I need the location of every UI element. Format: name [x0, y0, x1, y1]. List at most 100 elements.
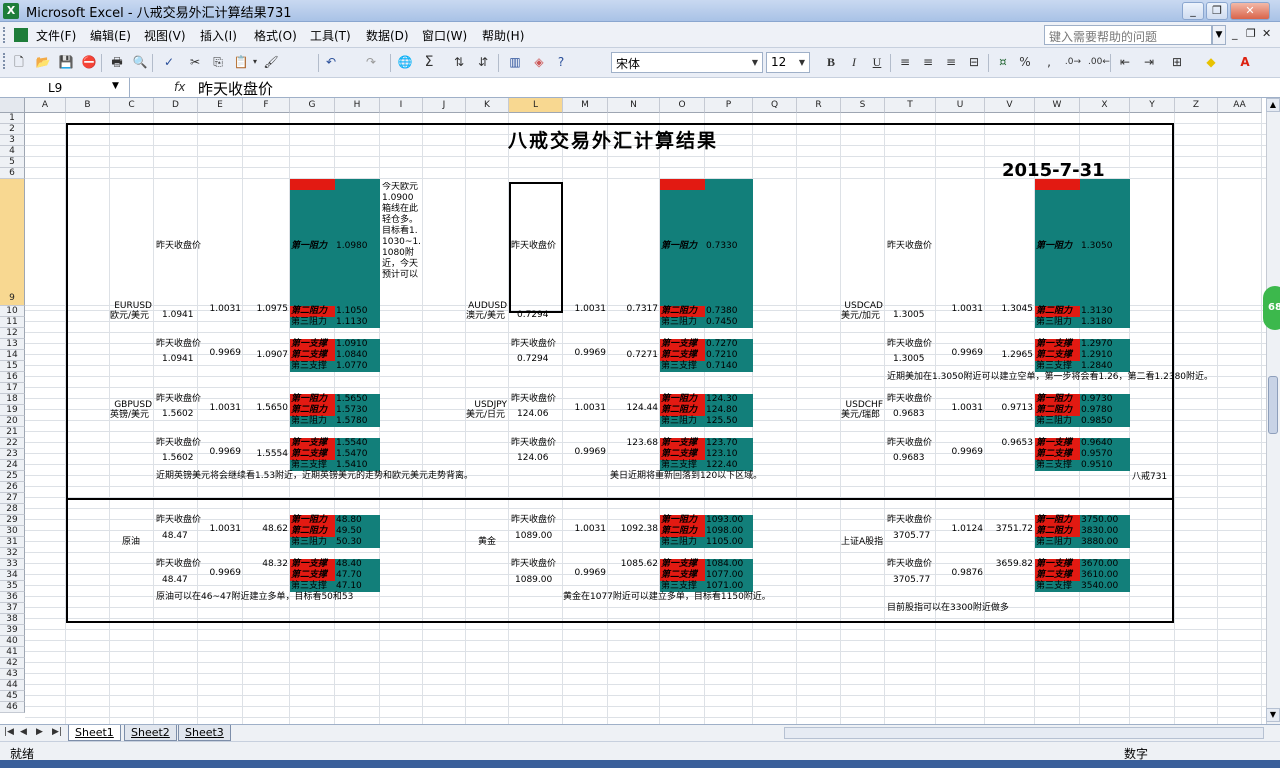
- doc-restore-button[interactable]: ❐: [1246, 27, 1256, 40]
- tab-sheet1[interactable]: Sheet1: [68, 725, 121, 741]
- font-name-select[interactable]: 宋体 ▼: [611, 52, 763, 73]
- help-dropdown-icon[interactable]: ▼: [1212, 25, 1226, 45]
- row-header-13[interactable]: 13: [0, 339, 25, 350]
- row-header-46[interactable]: 46: [0, 702, 25, 713]
- row-header-37[interactable]: 37: [0, 603, 25, 614]
- col-header-P[interactable]: P: [705, 98, 753, 113]
- col-header-N[interactable]: N: [608, 98, 660, 113]
- help-icon[interactable]: ?: [552, 53, 570, 71]
- row-header-38[interactable]: 38: [0, 614, 25, 625]
- row-header-17[interactable]: 17: [0, 383, 25, 394]
- minimize-button[interactable]: _: [1182, 2, 1204, 20]
- menu-insert[interactable]: 插入(I): [200, 27, 237, 44]
- col-header-AA[interactable]: AA: [1218, 98, 1262, 113]
- row-header-40[interactable]: 40: [0, 636, 25, 647]
- col-header-E[interactable]: E: [198, 98, 243, 113]
- row-header-33[interactable]: 33: [0, 559, 25, 570]
- row-header-2[interactable]: 2: [0, 124, 25, 135]
- col-header-Q[interactable]: Q: [753, 98, 797, 113]
- italic-button[interactable]: I: [845, 53, 863, 71]
- row-header-3[interactable]: 3: [0, 135, 25, 146]
- new-icon[interactable]: 🗋: [10, 53, 28, 71]
- redo-icon[interactable]: ↷: [362, 53, 380, 71]
- permission-icon[interactable]: ⛔: [80, 53, 98, 71]
- paste-dropdown-icon[interactable]: ▾: [250, 53, 260, 71]
- row-header-44[interactable]: 44: [0, 680, 25, 691]
- row-header-41[interactable]: 41: [0, 647, 25, 658]
- autosum-icon[interactable]: Σ: [420, 53, 438, 71]
- format-painter-icon[interactable]: 🖌: [262, 53, 280, 71]
- row-header-23[interactable]: 23: [0, 449, 25, 460]
- percent-button[interactable]: %: [1016, 53, 1034, 71]
- col-header-U[interactable]: U: [936, 98, 985, 113]
- save-icon[interactable]: 💾: [57, 53, 75, 71]
- menu-help[interactable]: 帮助(H): [482, 27, 524, 44]
- row-header-30[interactable]: 30: [0, 526, 25, 537]
- menu-file[interactable]: 文件(F): [36, 27, 76, 44]
- row-header-31[interactable]: 31: [0, 537, 25, 548]
- col-header-B[interactable]: B: [66, 98, 110, 113]
- increase-indent-icon[interactable]: ⇥: [1140, 53, 1158, 71]
- open-icon[interactable]: 📂: [34, 53, 52, 71]
- name-box[interactable]: L9 ▼: [0, 78, 130, 98]
- restore-button[interactable]: ❐: [1206, 2, 1228, 20]
- row-header-36[interactable]: 36: [0, 592, 25, 603]
- font-dropdown-icon[interactable]: ▼: [749, 54, 761, 71]
- col-header-Y[interactable]: Y: [1130, 98, 1175, 113]
- col-header-R[interactable]: R: [797, 98, 841, 113]
- formula-input[interactable]: 昨天收盘价: [198, 78, 273, 99]
- row-header-29[interactable]: 29: [0, 515, 25, 526]
- menu-window[interactable]: 窗口(W): [422, 27, 467, 44]
- row-header-21[interactable]: 21: [0, 427, 25, 438]
- currency-icon[interactable]: ¤: [994, 53, 1012, 71]
- row-header-32[interactable]: 32: [0, 548, 25, 559]
- align-left-icon[interactable]: ≡: [896, 53, 914, 71]
- help-search-input[interactable]: 键入需要帮助的问题: [1044, 25, 1212, 45]
- font-size-select[interactable]: 12 ▼: [766, 52, 810, 73]
- col-header-J[interactable]: J: [423, 98, 466, 113]
- row-header-1[interactable]: 1: [0, 113, 25, 124]
- row-header-9[interactable]: 9: [0, 179, 25, 306]
- cut-icon[interactable]: ✂: [186, 53, 204, 71]
- size-dropdown-icon[interactable]: ▼: [796, 54, 808, 71]
- col-header-L[interactable]: L: [509, 98, 563, 113]
- row-header-12[interactable]: 12: [0, 328, 25, 339]
- col-header-Z[interactable]: Z: [1175, 98, 1218, 113]
- menu-view[interactable]: 视图(V): [144, 27, 186, 44]
- row-header-43[interactable]: 43: [0, 669, 25, 680]
- row-header-28[interactable]: 28: [0, 504, 25, 515]
- row-header-45[interactable]: 45: [0, 691, 25, 702]
- row-header-34[interactable]: 34: [0, 570, 25, 581]
- menu-tools[interactable]: 工具(T): [310, 27, 351, 44]
- row-header-42[interactable]: 42: [0, 658, 25, 669]
- undo-icon[interactable]: ↶: [322, 53, 340, 71]
- col-header-A[interactable]: A: [25, 98, 66, 113]
- col-header-W[interactable]: W: [1035, 98, 1080, 113]
- doc-minimize-button[interactable]: _: [1232, 27, 1238, 40]
- row-header-5[interactable]: 5: [0, 157, 25, 168]
- hyperlink-icon[interactable]: 🌐: [396, 53, 414, 71]
- tab-sheet3[interactable]: Sheet3: [178, 725, 231, 741]
- horizontal-scrollbar[interactable]: [784, 727, 1264, 739]
- row-header-35[interactable]: 35: [0, 581, 25, 592]
- sort-descending-icon[interactable]: ⇵: [474, 53, 492, 71]
- worksheet[interactable]: A B C D E F G H I J K L M N O P Q R S T U V W X Y Z AA 1 2 3 4 5 6 9 10 11…: [0, 98, 1266, 724]
- col-header-S[interactable]: S: [841, 98, 885, 113]
- row-header-14[interactable]: 14: [0, 350, 25, 361]
- merge-center-icon[interactable]: ⊟: [965, 53, 983, 71]
- menu-data[interactable]: 数据(D): [366, 27, 409, 44]
- col-header-K[interactable]: K: [466, 98, 509, 113]
- chart-wizard-icon[interactable]: ▥: [506, 53, 524, 71]
- namebox-dropdown-icon[interactable]: ▼: [112, 81, 119, 91]
- tab-last-icon[interactable]: ▶|: [52, 727, 62, 737]
- align-right-icon[interactable]: ≡: [942, 53, 960, 71]
- scroll-up-icon[interactable]: ▲: [1266, 98, 1280, 112]
- close-button[interactable]: ✕: [1230, 2, 1270, 20]
- comma-button[interactable]: ,: [1040, 53, 1058, 71]
- row-header-25[interactable]: 25: [0, 471, 25, 482]
- paste-icon[interactable]: 📋: [232, 53, 250, 71]
- print-icon[interactable]: 🖶: [108, 53, 126, 71]
- doc-close-button[interactable]: ✕: [1262, 27, 1271, 40]
- menu-format[interactable]: 格式(O): [254, 27, 297, 44]
- fx-icon[interactable]: fx: [174, 80, 185, 94]
